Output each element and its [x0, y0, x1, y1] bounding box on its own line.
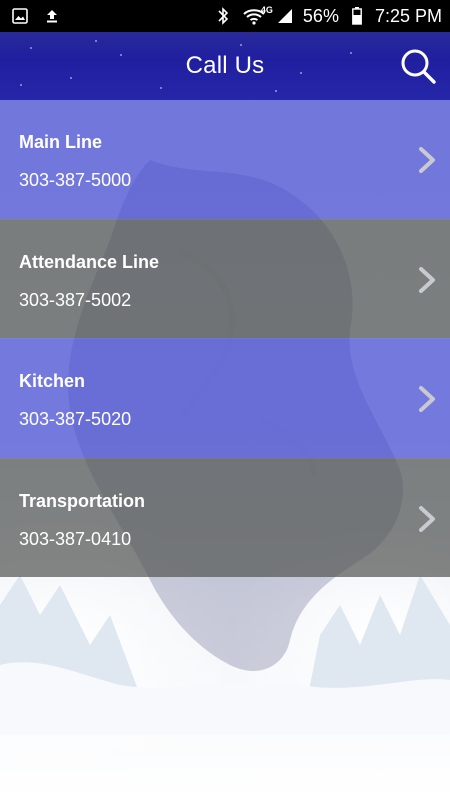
wifi-icon: 4G [241, 5, 273, 25]
contact-name: Kitchen [19, 371, 86, 391]
upload-icon [42, 7, 62, 25]
battery-icon [347, 7, 367, 25]
clock: 7:25 PM [374, 5, 442, 26]
page-title: Call Us [185, 52, 265, 79]
battery-percent: 56% [302, 5, 339, 26]
app-header: Call Us [0, 32, 450, 100]
chevron-right-icon [419, 266, 435, 293]
snowy-trees [0, 575, 450, 735]
network-type-label: 4G [260, 5, 273, 15]
chevron-right-icon [419, 505, 435, 532]
contact-name: Transportation [19, 490, 146, 511]
contact-phone: 303-387-0410 [19, 528, 132, 549]
chevron-right-icon [419, 147, 435, 173]
chevron-right-icon [419, 386, 435, 412]
contact-list: Main Line 303-387-5000 Attendance Line 3… [0, 100, 450, 577]
contact-row-main-line[interactable]: Main Line 303-387-5000 [0, 100, 450, 219]
contact-row-transportation[interactable]: Transportation 303-387-0410 [0, 457, 450, 577]
contact-phone: 303-387-5020 [19, 409, 132, 429]
search-button[interactable] [396, 44, 440, 88]
contact-row-kitchen[interactable]: Kitchen 303-387-5020 [0, 338, 450, 458]
search-icon [401, 49, 436, 84]
contact-name: Main Line [19, 132, 103, 152]
image-icon [10, 7, 30, 25]
status-bar: 4G 56% 7:25 PM [0, 0, 450, 32]
bluetooth-icon [213, 7, 233, 25]
contact-phone: 303-387-5000 [19, 170, 132, 190]
signal-icon [275, 7, 295, 25]
contact-phone: 303-387-5002 [19, 289, 132, 310]
contact-name: Attendance Line [19, 251, 160, 272]
contact-row-attendance-line[interactable]: Attendance Line 303-387-5002 [0, 218, 450, 338]
